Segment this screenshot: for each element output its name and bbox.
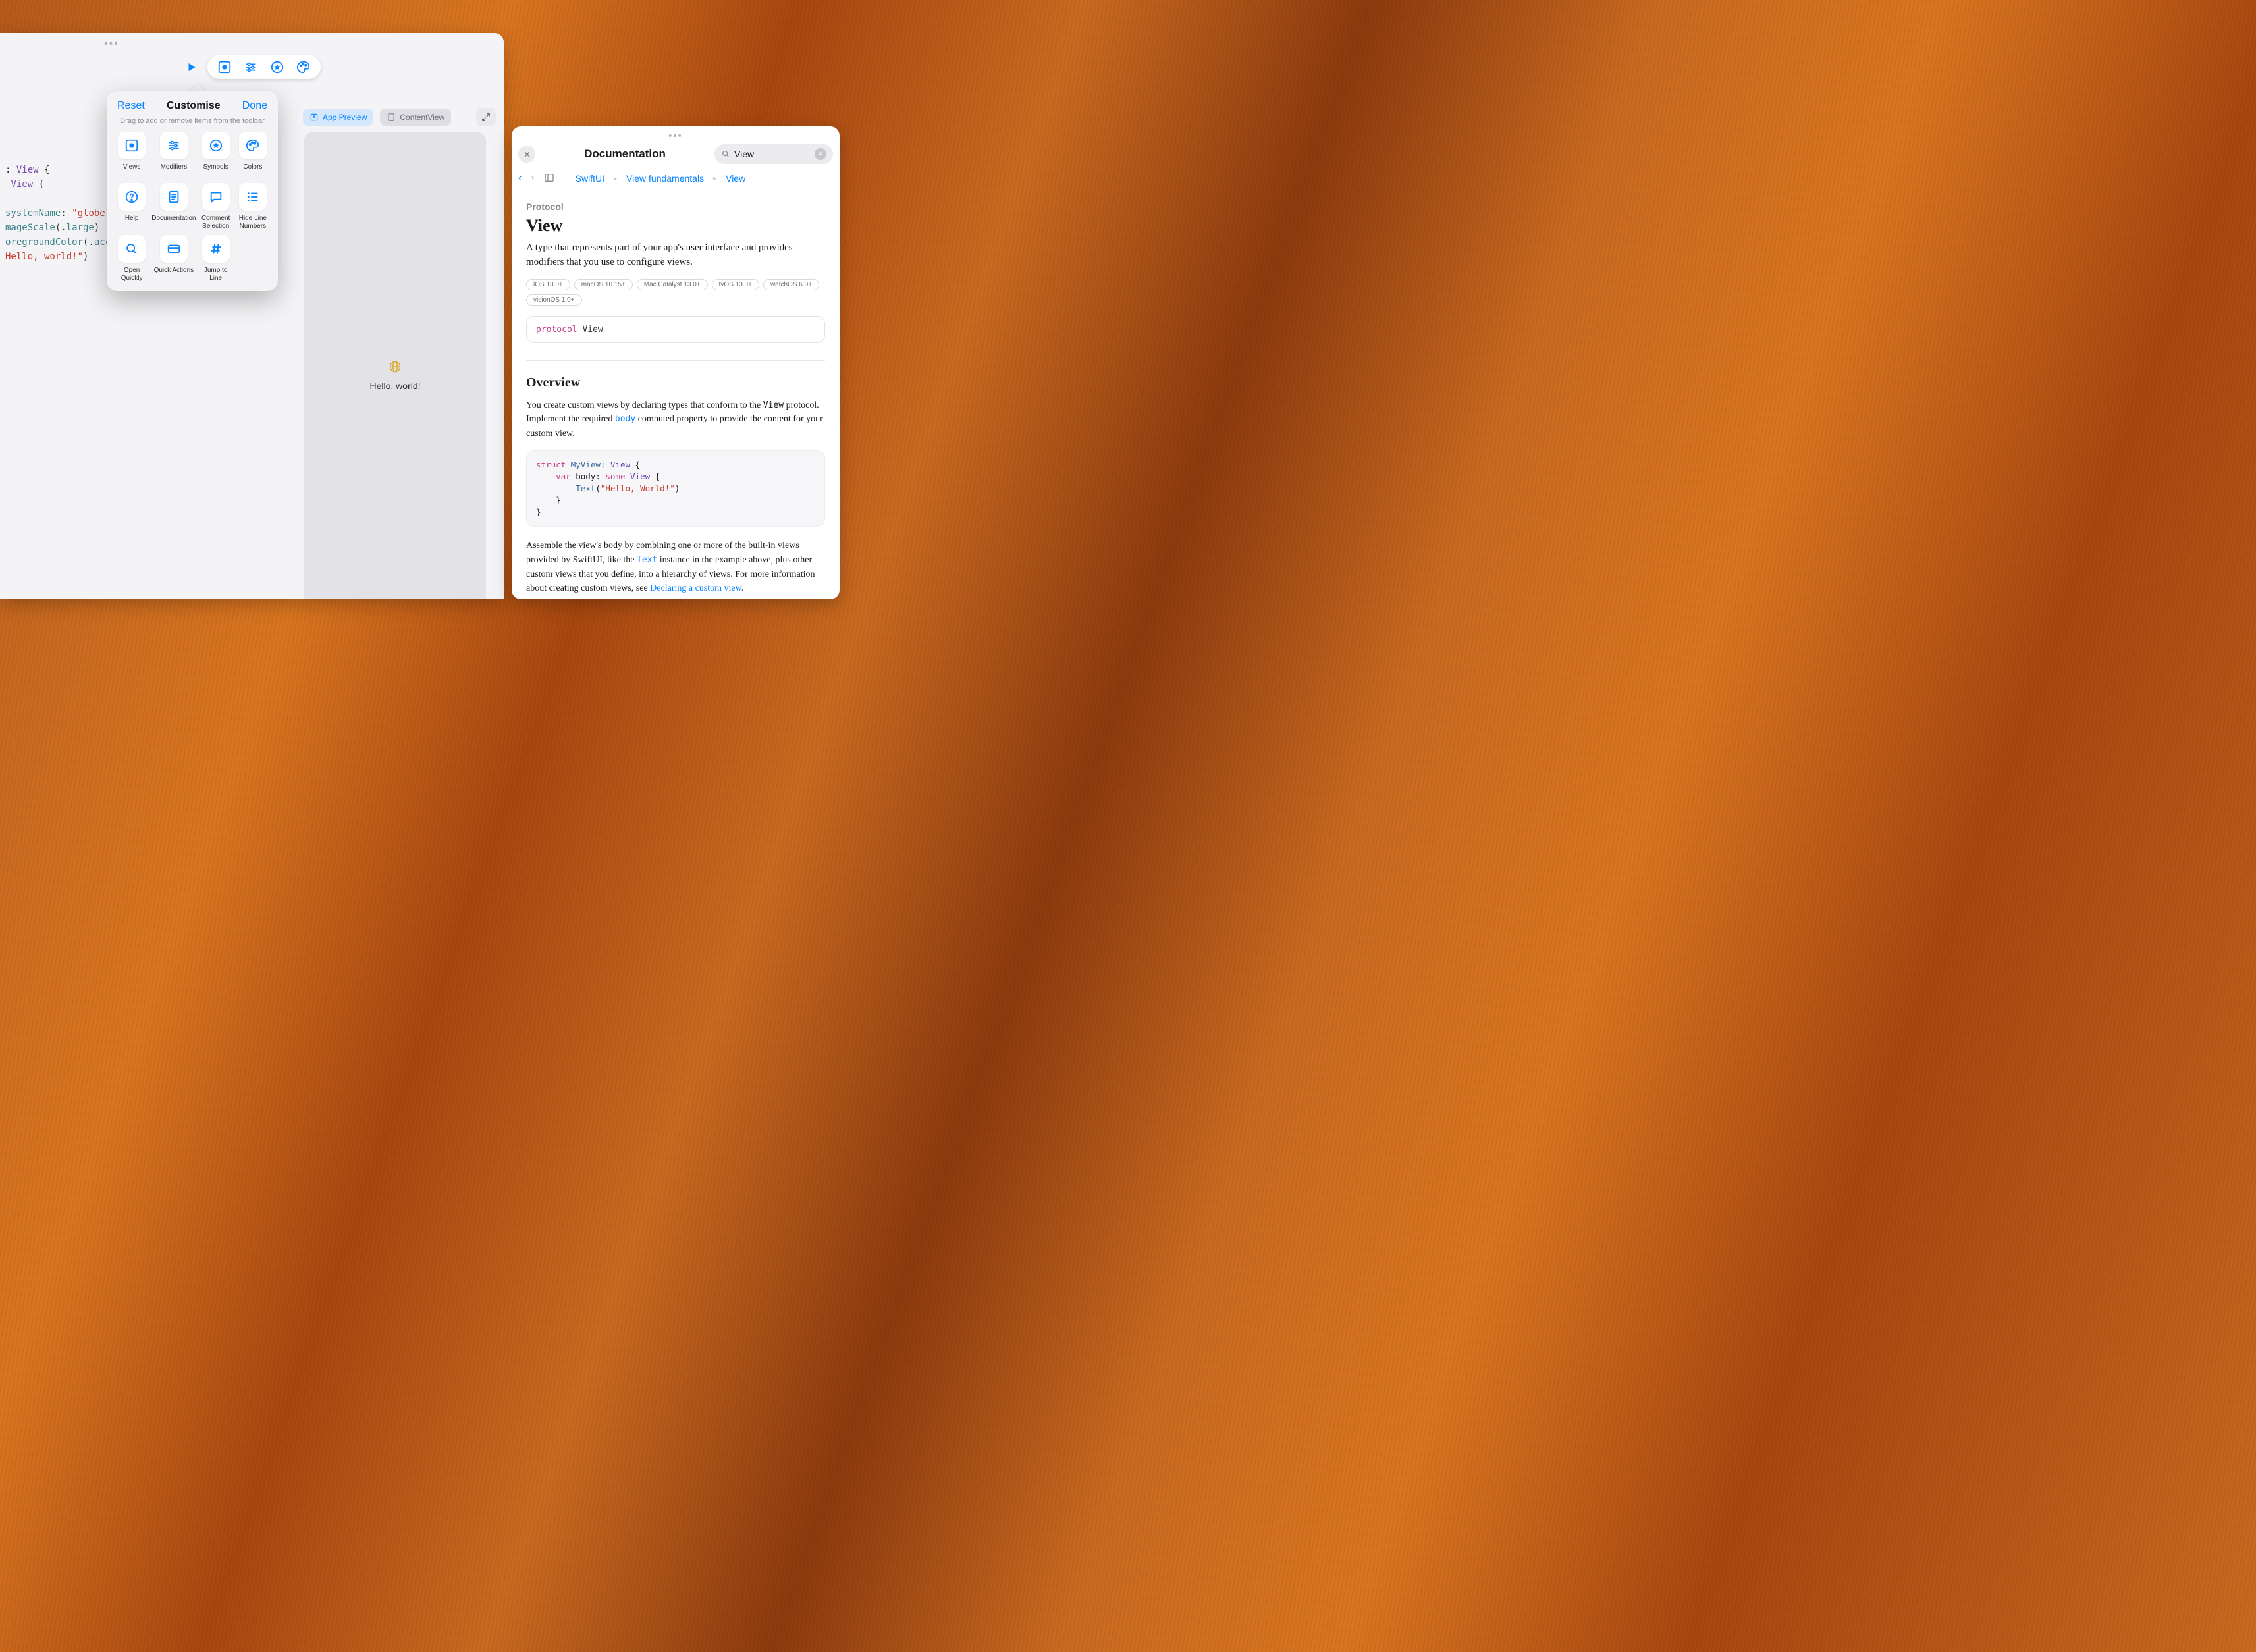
popover-subtitle: Drag to add or remove items from the too… <box>115 117 270 125</box>
modifiers-icon[interactable] <box>243 59 259 75</box>
doc-heading: View <box>526 216 825 236</box>
palette-icon <box>239 132 267 159</box>
tool-label: Symbols <box>203 163 228 178</box>
doc-title: Documentation <box>542 147 708 161</box>
customise-popover: Reset Customise Done Drag to add or remo… <box>107 91 278 291</box>
card-icon <box>160 235 188 263</box>
tool-jump-to-line[interactable]: Jump to Line <box>199 235 233 282</box>
declaring-link[interactable]: Declaring a custom view <box>650 583 741 593</box>
globe-icon <box>389 360 402 377</box>
body-link[interactable]: body <box>615 414 635 424</box>
window-drag-dots[interactable]: ••• <box>104 38 119 50</box>
preview-tabs: App Preview ContentView <box>303 105 496 129</box>
breadcrumb-fundamentals[interactable]: View fundamentals <box>626 173 704 184</box>
doc-kicker: Protocol <box>526 201 825 212</box>
doc-lead: A type that represents part of your app'… <box>526 241 825 270</box>
reset-button[interactable]: Reset <box>117 100 145 112</box>
tool-label: Documentation <box>151 215 196 229</box>
tool-label: Modifiers <box>161 163 188 178</box>
tool-open-quickly[interactable]: Open Quickly <box>115 235 149 282</box>
nav-forward-button[interactable]: › <box>531 173 534 184</box>
tool-label: Views <box>123 163 141 178</box>
tool-label: Help <box>125 215 139 229</box>
platform-badge: watchOS 6.0+ <box>763 279 819 290</box>
text-link[interactable]: Text <box>637 555 657 565</box>
platform-badges: iOS 13.0+ macOS 10.15+ Mac Catalyst 13.0… <box>526 279 825 306</box>
tab-app-preview[interactable]: App Preview <box>303 109 373 126</box>
toolbar-pill <box>207 55 321 79</box>
clear-search-icon[interactable]: ✕ <box>815 148 826 160</box>
tab-label: App Preview <box>323 113 367 122</box>
list-icon <box>239 183 267 211</box>
question-icon <box>118 183 146 211</box>
window-drag-dots[interactable]: ••• <box>668 130 683 142</box>
expand-button[interactable] <box>476 108 496 126</box>
tool-colors[interactable]: Colors <box>236 132 270 178</box>
preview-canvas: Hello, world! <box>304 132 486 599</box>
popover-caret <box>190 82 205 92</box>
search-icon <box>118 235 146 263</box>
platform-badge: visionOS 1.0+ <box>526 294 582 306</box>
platform-badge: iOS 13.0+ <box>526 279 570 290</box>
sidebar-toggle-icon[interactable] <box>544 173 554 185</box>
tool-label: Hide Line Numbers <box>236 215 270 230</box>
star-circle-icon <box>202 132 230 159</box>
overview-paragraph-2: Assemble the view's body by combining on… <box>526 539 825 596</box>
documentation-window: ••• Documentation View ✕ ‹ › SwiftUI ▸ V… <box>512 126 840 599</box>
search-value: View <box>734 149 754 159</box>
tool-help[interactable]: Help <box>115 183 149 230</box>
bubble-icon <box>202 183 230 211</box>
declaration-block: protocol View <box>526 316 825 343</box>
overview-heading: Overview <box>526 375 825 390</box>
done-button[interactable]: Done <box>242 100 267 112</box>
tool-documentation[interactable]: Documentation <box>151 183 196 230</box>
tool-hide-line-numbers[interactable]: Hide Line Numbers <box>236 183 270 230</box>
code-example: struct MyView: View { var body: some Vie… <box>526 450 825 527</box>
sliders-icon <box>160 132 188 159</box>
tool-views[interactable]: Views <box>115 132 149 178</box>
close-button[interactable] <box>518 146 535 163</box>
views-icon[interactable] <box>217 59 232 75</box>
tool-quick-actions[interactable]: Quick Actions <box>151 235 196 282</box>
colors-icon[interactable] <box>296 59 311 75</box>
tool-label: Quick Actions <box>154 267 194 281</box>
tab-contentview[interactable]: ContentView <box>380 109 451 126</box>
playgrounds-window: ••• : View { View { systemName: "globe")… <box>0 33 504 599</box>
tool-label: Jump to Line <box>199 267 233 282</box>
run-button[interactable] <box>184 59 200 75</box>
nav-back-button[interactable]: ‹ <box>518 173 522 184</box>
tool-comment-selection[interactable]: Comment Selection <box>199 183 233 230</box>
popover-title: Customise <box>167 100 221 112</box>
search-input[interactable]: View ✕ <box>714 144 833 164</box>
tool-label: Colors <box>243 163 262 178</box>
tool-label: Comment Selection <box>199 215 233 230</box>
platform-badge: macOS 10.15+ <box>574 279 633 290</box>
doc-nav: ‹ › SwiftUI ▸ View fundamentals ▸ View <box>512 167 840 190</box>
hash-icon <box>202 235 230 263</box>
doc-body[interactable]: Protocol View A type that represents par… <box>512 190 840 599</box>
doc-topbar: Documentation View ✕ <box>512 141 840 167</box>
breadcrumb-view[interactable]: View <box>726 173 745 184</box>
doc-icon <box>160 183 188 211</box>
platform-badge: Mac Catalyst 13.0+ <box>637 279 708 290</box>
symbols-icon[interactable] <box>269 59 285 75</box>
platform-badge: tvOS 13.0+ <box>712 279 759 290</box>
tab-label: ContentView <box>400 113 444 122</box>
breadcrumb-swiftui[interactable]: SwiftUI <box>576 173 604 184</box>
tool-modifiers[interactable]: Modifiers <box>151 132 196 178</box>
main-toolbar <box>0 53 504 82</box>
square-dot-icon <box>118 132 146 159</box>
overview-paragraph-1: You create custom views by declaring typ… <box>526 398 825 441</box>
preview-text: Hello, world! <box>369 381 420 391</box>
tool-symbols[interactable]: Symbols <box>199 132 233 178</box>
tool-label: Open Quickly <box>115 267 149 282</box>
